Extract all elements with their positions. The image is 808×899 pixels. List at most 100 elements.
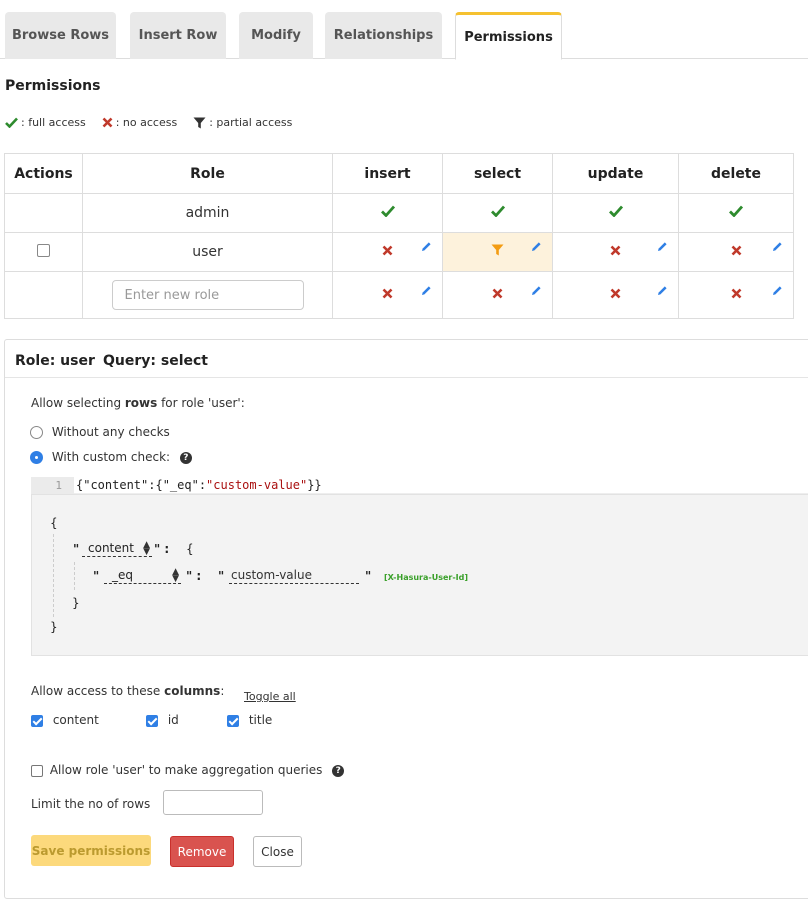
perm-cell-insert[interactable] <box>332 193 443 233</box>
actions-cell <box>4 271 83 319</box>
perm-cell-select[interactable] <box>442 271 553 319</box>
new-role-cell <box>82 271 333 319</box>
tab-label: Modify <box>251 28 301 43</box>
columns-bold: columns <box>164 684 221 698</box>
code-prefix: {"content":{"_eq": <box>76 478 207 492</box>
operator-select[interactable]: _eq ▲ ▼ <box>104 568 181 584</box>
perm-cell-select[interactable] <box>442 232 553 272</box>
pencil-icon[interactable] <box>657 241 668 252</box>
query-label: Query: select <box>103 353 208 369</box>
perm-cell-select[interactable] <box>442 193 553 233</box>
quote-colon: " : <box>154 542 170 556</box>
permissions-table: Actions Role insert select update delete… <box>4 153 794 319</box>
quote-mark: " <box>93 569 100 583</box>
remove-button[interactable]: Remove <box>170 836 234 867</box>
tab-permissions[interactable]: Permissions <box>455 12 562 60</box>
pencil-icon[interactable] <box>531 285 542 296</box>
perm-cell-delete[interactable] <box>678 271 794 319</box>
option-custom-check[interactable]: With custom check: ? <box>30 450 192 464</box>
radio-custom-check[interactable] <box>30 451 43 464</box>
pencil-icon[interactable] <box>772 285 783 296</box>
limit-input[interactable] <box>163 790 263 815</box>
cross-icon <box>610 245 621 256</box>
tab-label: Insert Row <box>138 28 218 43</box>
page-title: Permissions <box>5 78 101 94</box>
cross-icon <box>492 288 503 299</box>
radio-without-checks[interactable] <box>30 426 43 439</box>
aggregation-option[interactable]: Allow role 'user' to make aggregation qu… <box>31 763 345 777</box>
legend-none-label: : no access <box>115 116 178 129</box>
pencil-icon[interactable] <box>772 241 783 252</box>
actions-cell <box>4 232 83 272</box>
cross-icon <box>102 117 113 128</box>
permission-edit-panel: Role: user Query: select Allow selecting… <box>4 339 808 899</box>
value-input-text: custom-value <box>231 568 312 582</box>
aggregation-label: Allow role 'user' to make aggregation qu… <box>49 763 323 777</box>
perm-cell-update[interactable] <box>552 232 679 272</box>
session-variable-link[interactable]: [X-Hasura-User-Id] <box>384 573 468 582</box>
table-header-row: Actions Role insert select update delete <box>4 153 794 194</box>
actions-cell <box>4 193 83 233</box>
code-suffix: }} <box>307 478 322 492</box>
legend-partial-label: : partial access <box>209 116 293 129</box>
tab-browse-rows[interactable]: Browse Rows <box>5 12 116 59</box>
check-icon <box>608 205 623 218</box>
columns-suffix: : <box>220 684 225 698</box>
column-name: id <box>167 713 179 727</box>
help-icon[interactable]: ? <box>332 764 345 777</box>
checkbox-id[interactable] <box>146 714 158 727</box>
option-without-checks[interactable]: Without any checks <box>30 425 170 439</box>
pencil-icon[interactable] <box>421 241 432 252</box>
column-select[interactable]: content ▲ ▼ <box>82 541 152 557</box>
allow-rows-bold: rows <box>124 396 158 410</box>
aggregation-checkbox[interactable] <box>31 764 43 777</box>
close-brace: } <box>50 620 58 634</box>
perm-cell-delete[interactable] <box>678 193 794 233</box>
checkbox-title[interactable] <box>227 714 239 727</box>
tab-modify[interactable]: Modify <box>239 12 313 59</box>
help-icon[interactable]: ? <box>179 451 192 464</box>
role-select-checkbox[interactable] <box>37 243 50 257</box>
pencil-icon[interactable] <box>531 241 542 252</box>
checkbox-content[interactable] <box>31 714 43 727</box>
header-update: update <box>552 153 679 194</box>
cross-icon <box>731 245 741 256</box>
new-role-input[interactable] <box>111 280 304 310</box>
perm-cell-insert[interactable] <box>332 232 443 272</box>
header-actions: Actions <box>4 153 83 194</box>
legend-full: : full access <box>5 116 86 129</box>
perm-cell-delete[interactable] <box>678 232 794 272</box>
tab-label: Relationships <box>333 28 434 43</box>
indent-guide <box>74 562 75 590</box>
role-label: Role: user <box>15 353 95 369</box>
boolean-expression-builder: { " content ▲ ▼ " : { " _eq ▲ ▼ " : " cust… <box>31 494 808 656</box>
inner-close-brace: } <box>72 596 80 610</box>
header-insert: insert <box>332 153 443 194</box>
panel-header: Role: user Query: select <box>5 340 808 378</box>
allow-rows-prefix: Allow selecting <box>31 396 125 410</box>
column-checkbox-id[interactable]: id <box>146 713 179 727</box>
pencil-icon[interactable] <box>421 285 432 296</box>
quote-mark: " <box>218 569 225 583</box>
tab-insert-row[interactable]: Insert Row <box>130 12 226 59</box>
close-button[interactable]: Close <box>253 836 302 867</box>
perm-cell-insert[interactable] <box>332 271 443 319</box>
column-checkbox-title[interactable]: title <box>227 713 272 727</box>
perm-cell-update[interactable] <box>552 271 679 319</box>
toggle-all-label: Toggle all <box>244 690 296 703</box>
pencil-icon[interactable] <box>657 285 668 296</box>
value-input[interactable]: custom-value <box>229 568 359 584</box>
perm-cell-update[interactable] <box>552 193 679 233</box>
option-custom-check-label: With custom check: <box>51 450 171 464</box>
code-string: "custom-value" <box>206 478 308 492</box>
tab-relationships[interactable]: Relationships <box>325 12 442 59</box>
column-checkbox-content[interactable]: content <box>31 713 99 727</box>
json-editor[interactable]: 1 {"content":{"_eq":"custom-value"}} <box>31 477 808 494</box>
allow-rows-suffix: for role 'user': <box>157 396 245 410</box>
select-arrows-icon: ▲ ▼ <box>172 567 179 584</box>
save-permissions-button[interactable]: Save permissions <box>31 835 151 866</box>
toggle-all-link[interactable]: Toggle all <box>244 685 296 704</box>
editor-code[interactable]: {"content":{"_eq":"custom-value"}} <box>76 477 322 494</box>
limit-field[interactable] <box>163 790 263 815</box>
header-role: Role <box>82 153 333 194</box>
